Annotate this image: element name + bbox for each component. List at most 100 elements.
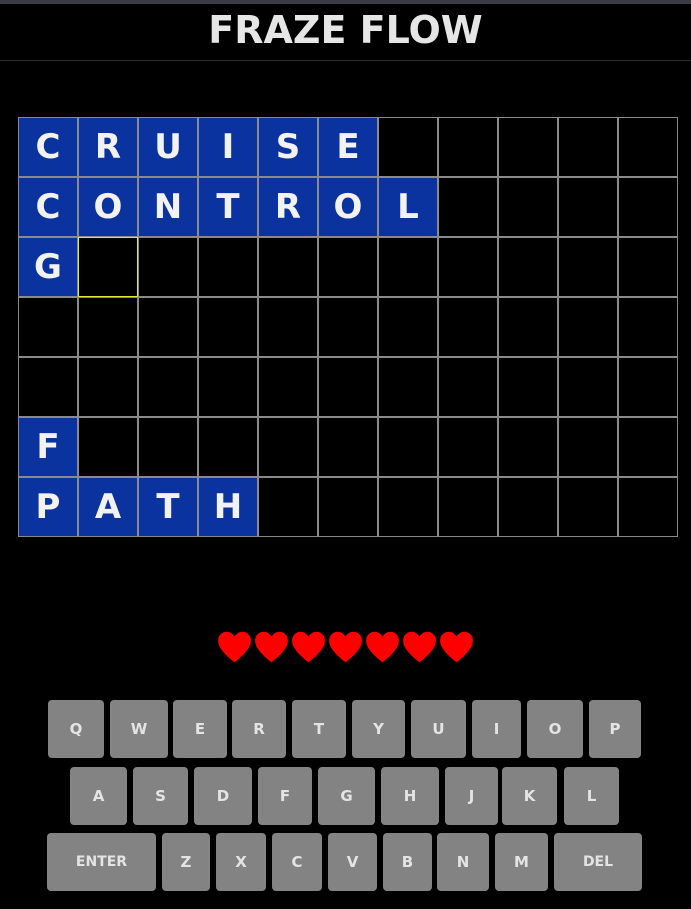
board-cell[interactable]	[558, 177, 618, 237]
key-u[interactable]: U	[411, 700, 466, 758]
key-z[interactable]: Z	[162, 833, 210, 891]
board-cell[interactable]	[138, 417, 198, 477]
board-cell[interactable]	[198, 357, 258, 417]
board-cell[interactable]: T	[138, 477, 198, 537]
board-cell[interactable]	[498, 477, 558, 537]
board-cell[interactable]	[498, 297, 558, 357]
board-cell[interactable]	[438, 237, 498, 297]
board-cell[interactable]: P	[18, 477, 78, 537]
board-cell[interactable]	[258, 237, 318, 297]
board-cell[interactable]	[378, 117, 438, 177]
board-cell[interactable]: U	[138, 117, 198, 177]
board-cell[interactable]	[78, 357, 138, 417]
board-cell[interactable]: C	[18, 177, 78, 237]
board-cell[interactable]	[618, 177, 678, 237]
key-k[interactable]: K	[502, 767, 557, 825]
key-q[interactable]: Q	[48, 700, 104, 758]
board-cell[interactable]	[558, 417, 618, 477]
key-r[interactable]: R	[232, 700, 286, 758]
board-cell[interactable]	[18, 297, 78, 357]
key-l[interactable]: L	[564, 767, 619, 825]
board-cell[interactable]	[318, 237, 378, 297]
board-cell[interactable]	[618, 477, 678, 537]
key-f[interactable]: F	[258, 767, 312, 825]
board-cell[interactable]: O	[318, 177, 378, 237]
board-cell[interactable]	[18, 357, 78, 417]
key-m[interactable]: M	[495, 833, 548, 891]
key-i[interactable]: I	[472, 700, 521, 758]
board-cell[interactable]	[138, 237, 198, 297]
board-cell[interactable]	[318, 357, 378, 417]
key-o[interactable]: O	[527, 700, 583, 758]
board-cell[interactable]	[78, 297, 138, 357]
key-s[interactable]: S	[133, 767, 188, 825]
board-cell[interactable]: F	[18, 417, 78, 477]
board-cell[interactable]: L	[378, 177, 438, 237]
board-cell[interactable]: A	[78, 477, 138, 537]
board-cell[interactable]	[258, 477, 318, 537]
board-cell[interactable]	[258, 357, 318, 417]
board-cell[interactable]	[138, 357, 198, 417]
board-cell[interactable]	[438, 357, 498, 417]
board-cell[interactable]	[618, 357, 678, 417]
key-j[interactable]: J	[445, 767, 498, 825]
board-cell[interactable]: R	[258, 177, 318, 237]
board-cell[interactable]: R	[78, 117, 138, 177]
board-cell[interactable]	[438, 417, 498, 477]
board-cell[interactable]	[258, 297, 318, 357]
board-cell[interactable]	[618, 237, 678, 297]
board-cell[interactable]	[438, 297, 498, 357]
board-cell[interactable]: E	[318, 117, 378, 177]
board-cell[interactable]: H	[198, 477, 258, 537]
key-p[interactable]: P	[589, 700, 641, 758]
board-cell[interactable]: I	[198, 117, 258, 177]
board-cell[interactable]	[618, 297, 678, 357]
key-enter[interactable]: ENTER	[47, 833, 156, 891]
board-cell[interactable]	[498, 177, 558, 237]
board-cell[interactable]	[558, 297, 618, 357]
active-cell[interactable]	[78, 237, 138, 297]
board-cell[interactable]: N	[138, 177, 198, 237]
key-g[interactable]: G	[318, 767, 375, 825]
board-cell[interactable]	[258, 417, 318, 477]
board-cell[interactable]	[498, 117, 558, 177]
key-d[interactable]: D	[194, 767, 252, 825]
key-a[interactable]: A	[70, 767, 127, 825]
key-x[interactable]: X	[216, 833, 266, 891]
board-cell[interactable]	[618, 417, 678, 477]
board-cell[interactable]	[498, 417, 558, 477]
board-cell[interactable]	[378, 237, 438, 297]
board-cell[interactable]: C	[18, 117, 78, 177]
board-cell[interactable]	[558, 117, 618, 177]
board-cell[interactable]	[498, 237, 558, 297]
key-v[interactable]: V	[328, 833, 377, 891]
board-cell[interactable]	[318, 417, 378, 477]
key-n[interactable]: N	[437, 833, 489, 891]
board-cell[interactable]	[618, 117, 678, 177]
board-cell[interactable]: G	[18, 237, 78, 297]
board-cell[interactable]: O	[78, 177, 138, 237]
board-cell[interactable]	[198, 297, 258, 357]
board-cell[interactable]	[378, 477, 438, 537]
board-cell[interactable]	[438, 117, 498, 177]
board-cell[interactable]	[198, 417, 258, 477]
board-cell[interactable]: T	[198, 177, 258, 237]
key-del[interactable]: DEL	[554, 833, 642, 891]
board-cell[interactable]	[198, 237, 258, 297]
board-cell[interactable]	[438, 477, 498, 537]
board-cell[interactable]	[558, 477, 618, 537]
key-h[interactable]: H	[381, 767, 439, 825]
board-cell[interactable]	[318, 297, 378, 357]
board-cell[interactable]	[438, 177, 498, 237]
board-cell[interactable]	[558, 237, 618, 297]
key-y[interactable]: Y	[352, 700, 405, 758]
board-cell[interactable]	[558, 357, 618, 417]
board-cell[interactable]	[138, 297, 198, 357]
board-cell[interactable]: S	[258, 117, 318, 177]
key-e[interactable]: E	[173, 700, 227, 758]
board-cell[interactable]	[498, 357, 558, 417]
key-w[interactable]: W	[110, 700, 168, 758]
board-cell[interactable]	[378, 357, 438, 417]
board-cell[interactable]	[318, 477, 378, 537]
key-b[interactable]: B	[383, 833, 432, 891]
